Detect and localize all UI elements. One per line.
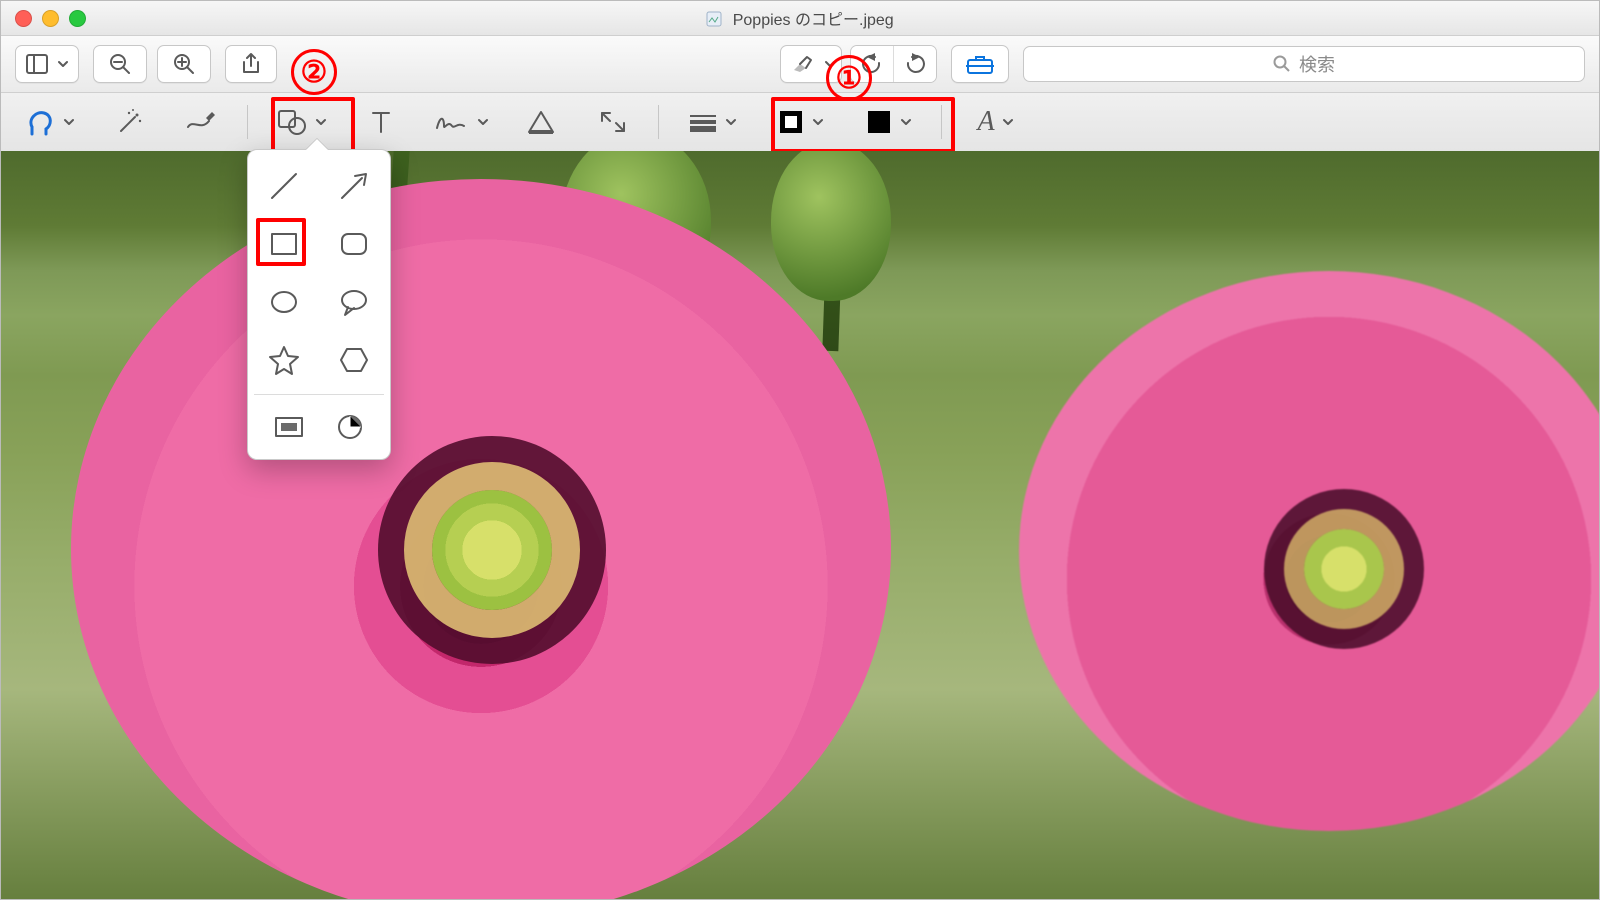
sidebar-icon — [26, 54, 48, 74]
shape-rounded-rectangle[interactable] — [333, 224, 375, 264]
rotate-left-button[interactable] — [851, 46, 894, 82]
shapes-popover — [247, 149, 391, 460]
toolbox-icon — [966, 53, 994, 75]
chevron-down-icon — [813, 117, 823, 127]
window-controls — [1, 10, 86, 27]
instant-alpha-tool[interactable] — [103, 100, 157, 144]
sketch-tool[interactable] — [175, 100, 229, 144]
signature-tool[interactable] — [426, 100, 496, 144]
shapes-icon — [276, 108, 308, 136]
highlighter-icon — [791, 54, 815, 74]
chevron-down-icon — [58, 59, 68, 69]
text-tool[interactable] — [354, 100, 408, 144]
rotate-left-icon — [861, 53, 883, 75]
shape-speech-bubble[interactable] — [333, 282, 375, 322]
image-canvas[interactable] — [1, 151, 1599, 899]
zoom-in-button[interactable] — [157, 45, 211, 83]
highlight-button[interactable] — [780, 45, 842, 83]
window-title: Poppies のコピー.jpeg — [1, 6, 1599, 30]
main-toolbar: 検索 — [1, 36, 1599, 93]
rotate-right-icon — [904, 53, 926, 75]
border-color-tool[interactable] — [765, 100, 835, 144]
shape-star[interactable] — [263, 340, 305, 380]
wand-icon — [115, 107, 145, 137]
zoom-out-button[interactable] — [93, 45, 147, 83]
separator — [247, 105, 248, 139]
photo-decor — [771, 151, 891, 301]
app-window: Poppies のコピー.jpeg — [0, 0, 1600, 900]
shape-arrow[interactable] — [333, 166, 375, 206]
shape-ellipse[interactable] — [263, 282, 305, 322]
separator — [941, 105, 942, 139]
chevron-down-icon — [825, 59, 835, 69]
photo-decor — [1019, 271, 1599, 831]
font-style-tool[interactable]: A — [960, 100, 1030, 144]
font-a-icon: A — [977, 106, 994, 138]
fill-color-tool[interactable] — [853, 100, 923, 144]
search-input[interactable]: 検索 — [1023, 46, 1585, 82]
share-icon — [240, 52, 262, 76]
titlebar: Poppies のコピー.jpeg — [1, 1, 1599, 36]
markup-toolbar: A — [1, 93, 1599, 152]
chevron-down-icon — [64, 117, 74, 127]
selection-tool[interactable] — [15, 100, 85, 144]
chevron-down-icon — [1003, 117, 1013, 127]
resize-icon — [598, 109, 628, 135]
sketch-icon — [185, 109, 219, 135]
minimize-window-button[interactable] — [42, 10, 59, 27]
adjust-color-tool[interactable] — [514, 100, 568, 144]
chevron-down-icon — [316, 117, 326, 127]
lasso-icon — [26, 107, 56, 137]
chevron-down-icon — [726, 117, 736, 127]
border-color-icon — [777, 108, 805, 136]
window-title-text: Poppies のコピー.jpeg — [733, 12, 894, 29]
shape-line[interactable] — [263, 166, 305, 206]
search-placeholder: 検索 — [1299, 51, 1335, 77]
sidebar-view-button[interactable] — [15, 45, 79, 83]
zoom-in-icon — [172, 52, 196, 76]
document-icon — [706, 11, 722, 27]
separator — [254, 394, 384, 395]
text-icon — [369, 108, 393, 136]
fill-color-icon — [865, 108, 893, 136]
zoom-out-icon — [108, 52, 132, 76]
markup-toggle-button[interactable] — [951, 45, 1009, 83]
close-window-button[interactable] — [15, 10, 32, 27]
chevron-down-icon — [478, 117, 488, 127]
fullscreen-window-button[interactable] — [69, 10, 86, 27]
shape-rectangle[interactable] — [263, 224, 305, 264]
rotate-right-button[interactable] — [894, 46, 936, 82]
shape-hexagon[interactable] — [333, 340, 375, 380]
adjust-size-tool[interactable] — [586, 100, 640, 144]
shapes-tool[interactable] — [266, 100, 336, 144]
line-style-icon — [688, 112, 718, 132]
share-button[interactable] — [225, 45, 277, 83]
shape-loupe[interactable] — [329, 407, 371, 447]
prism-icon — [525, 109, 557, 135]
search-icon — [1273, 55, 1291, 73]
signature-icon — [434, 110, 470, 134]
separator — [658, 105, 659, 139]
photo-decor — [71, 179, 891, 899]
line-style-tool[interactable] — [677, 100, 747, 144]
chevron-down-icon — [901, 117, 911, 127]
shape-mask[interactable] — [268, 407, 310, 447]
